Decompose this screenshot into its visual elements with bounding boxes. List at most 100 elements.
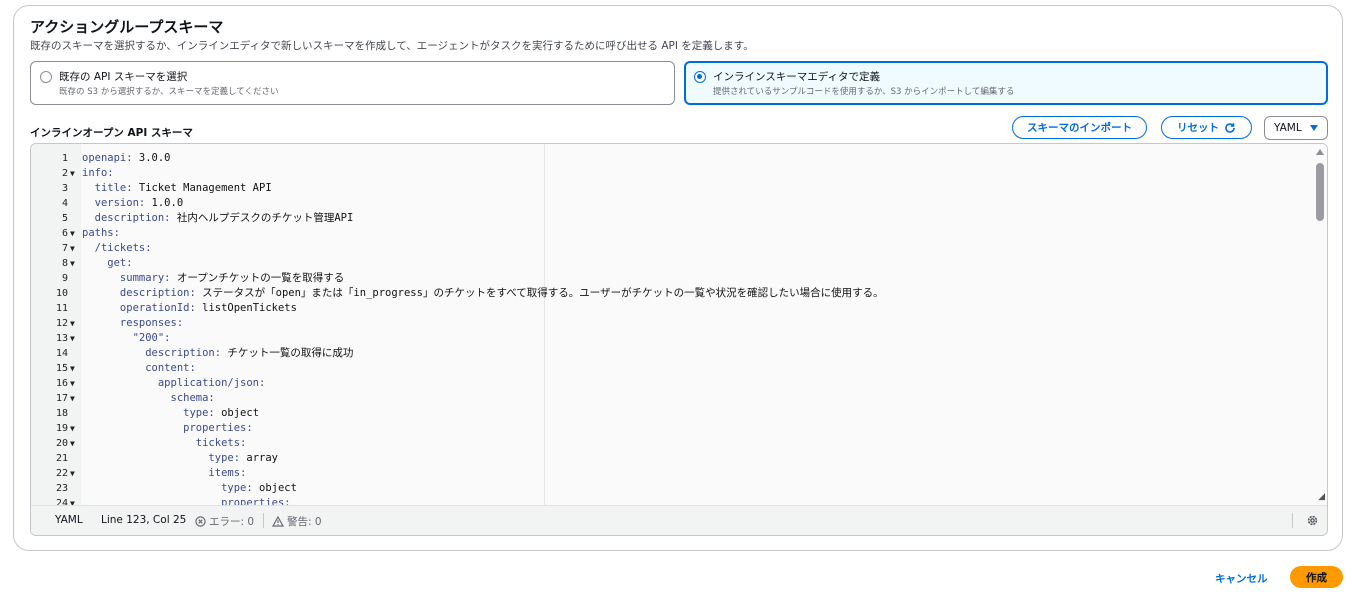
fold-toggle-icon[interactable]: ▼	[70, 166, 75, 181]
fold-toggle-icon[interactable]: ▼	[70, 421, 75, 436]
code-line[interactable]: 9 summary: オープンチケットの一覧を取得する	[31, 271, 1311, 286]
line-number: 6	[61, 228, 68, 239]
vertical-scrollbar[interactable]	[1313, 144, 1327, 505]
code-text: type: object	[82, 481, 297, 496]
code-line[interactable]: 14 description: チケット一覧の取得に成功	[31, 346, 1311, 361]
code-text: description: ステータスが「open」または「in_progress…	[82, 286, 884, 301]
fold-toggle-icon[interactable]: ▼	[70, 256, 75, 271]
yaml-key: "200":	[82, 332, 171, 344]
code-line[interactable]: 12 ▼ responses:	[31, 316, 1311, 331]
code-area[interactable]: 1 openapi: 3.0.0 2 ▼ info: 3 title: Ticket Ma…	[31, 144, 1327, 505]
line-number: 16	[55, 378, 68, 389]
status-warnings[interactable]: 警告: 0	[272, 514, 322, 529]
code-text: "200":	[82, 331, 171, 346]
code-text: responses:	[82, 316, 183, 331]
fold-toggle-icon[interactable]: ▼	[70, 331, 75, 346]
code-line[interactable]: 16 ▼ application/json:	[31, 376, 1311, 391]
code-editor[interactable]: 1 openapi: 3.0.0 2 ▼ info: 3 title: Ticket Ma…	[30, 143, 1328, 536]
yaml-value: ステータスが「open」または「in_progress」のチケットをすべて取得す…	[195, 287, 884, 299]
yaml-value: 社内ヘルプデスクのチケット管理API	[170, 212, 354, 224]
gear-icon[interactable]	[1306, 514, 1319, 527]
inline-editor-description: 提供されているサンプルコードを使用するか、S3 からインポートして編集する	[713, 87, 1015, 97]
code-line[interactable]: 15 ▼ content:	[31, 361, 1311, 376]
code-text: paths:	[82, 226, 120, 241]
yaml-key: description:	[82, 287, 196, 299]
code-line[interactable]: 17 ▼ schema:	[31, 391, 1311, 406]
yaml-key: type:	[82, 407, 215, 419]
fold-toggle-icon[interactable]: ▼	[70, 241, 75, 256]
code-line[interactable]: 20 ▼ tickets:	[31, 436, 1311, 451]
yaml-key: application/json:	[82, 377, 266, 389]
inline-editor-radio[interactable]	[694, 71, 706, 83]
code-line[interactable]: 3 title: Ticket Management API	[31, 181, 1311, 196]
code-text: operationId: listOpenTickets	[82, 301, 297, 316]
line-number: 23	[55, 483, 68, 494]
yaml-value: object	[214, 407, 260, 419]
code-line[interactable]: 6 ▼ paths:	[31, 226, 1311, 241]
inline-editor-option[interactable]: インラインスキーマエディタで定義 提供されているサンプルコードを使用するか、S3…	[684, 61, 1328, 105]
status-warnings-label: 警告: 0	[287, 516, 322, 528]
yaml-value: Ticket Management API	[132, 182, 272, 194]
scroll-thumb[interactable]	[1316, 163, 1324, 221]
create-label: 作成	[1306, 571, 1327, 584]
code-text: title: Ticket Management API	[82, 181, 272, 196]
line-number: 2	[61, 168, 68, 179]
resize-handle-icon[interactable]: ◢	[1318, 492, 1325, 502]
existing-schema-radio[interactable]	[40, 71, 52, 83]
status-errors[interactable]: エラー: 0	[195, 514, 254, 529]
code-line[interactable]: 22 ▼ items:	[31, 466, 1311, 481]
cancel-button[interactable]: キャンセル	[1215, 571, 1268, 586]
fold-toggle-icon[interactable]: ▼	[70, 436, 75, 451]
create-button[interactable]: 作成	[1290, 566, 1343, 588]
code-line[interactable]: 21 type: array	[31, 451, 1311, 466]
code-text: content:	[82, 361, 196, 376]
yaml-key: /tickets:	[82, 242, 152, 254]
yaml-key: description:	[82, 212, 171, 224]
status-divider	[263, 513, 264, 528]
fold-toggle-icon[interactable]: ▼	[70, 496, 75, 505]
code-line[interactable]: 2 ▼ info:	[31, 166, 1311, 181]
import-schema-label: スキーマのインポート	[1027, 122, 1132, 134]
yaml-value: オープンチケットの一覧を取得する	[170, 272, 345, 284]
fold-toggle-icon[interactable]: ▼	[70, 361, 75, 376]
line-number: 10	[55, 288, 68, 299]
caret-down-icon	[1310, 125, 1318, 131]
code-line[interactable]: 11 operationId: listOpenTickets	[31, 301, 1311, 316]
line-number: 17	[55, 393, 68, 404]
code-text: summary: オープンチケットの一覧を取得する	[82, 271, 344, 286]
code-text: items:	[82, 466, 246, 481]
existing-schema-option[interactable]: 既存の API スキーマを選択 既存の S3 から選択するか、スキーマを定義して…	[30, 61, 675, 105]
code-line[interactable]: 10 description: ステータスが「open」または「in_progr…	[31, 286, 1311, 301]
code-text: properties:	[82, 496, 291, 505]
line-number: 15	[55, 363, 68, 374]
line-number: 14	[55, 348, 68, 359]
code-line[interactable]: 1 openapi: 3.0.0	[31, 151, 1311, 166]
fold-toggle-icon[interactable]: ▼	[70, 376, 75, 391]
code-line[interactable]: 19 ▼ properties:	[31, 421, 1311, 436]
code-line[interactable]: 13 ▼ "200":	[31, 331, 1311, 346]
format-select[interactable]: YAML	[1264, 116, 1328, 140]
reset-button[interactable]: リセット	[1161, 116, 1252, 139]
scroll-up-arrow-icon[interactable]	[1316, 149, 1324, 155]
status-errors-label: エラー: 0	[209, 516, 255, 528]
reset-label: リセット	[1177, 122, 1219, 134]
code-line[interactable]: 4 version: 1.0.0	[31, 196, 1311, 211]
code-line[interactable]: 23 type: object	[31, 481, 1311, 496]
code-line[interactable]: 7 ▼ /tickets:	[31, 241, 1311, 256]
fold-toggle-icon[interactable]: ▼	[70, 226, 75, 241]
fold-toggle-icon[interactable]: ▼	[70, 316, 75, 331]
code-text: description: 社内ヘルプデスクのチケット管理API	[82, 211, 354, 226]
fold-toggle-icon[interactable]: ▼	[70, 391, 75, 406]
import-schema-button[interactable]: スキーマのインポート	[1012, 116, 1147, 139]
line-number: 22	[55, 468, 68, 479]
fold-toggle-icon[interactable]: ▼	[70, 466, 75, 481]
line-number: 4	[61, 198, 68, 209]
code-line[interactable]: 18 type: object	[31, 406, 1311, 421]
code-line[interactable]: 24 ▼ properties:	[31, 496, 1311, 505]
yaml-key: content:	[82, 362, 196, 374]
yaml-value: object	[252, 482, 297, 494]
yaml-key: operationId:	[82, 302, 196, 314]
yaml-key: openapi:	[82, 152, 133, 164]
code-line[interactable]: 5 description: 社内ヘルプデスクのチケット管理API	[31, 211, 1311, 226]
code-line[interactable]: 8 ▼ get:	[31, 256, 1311, 271]
